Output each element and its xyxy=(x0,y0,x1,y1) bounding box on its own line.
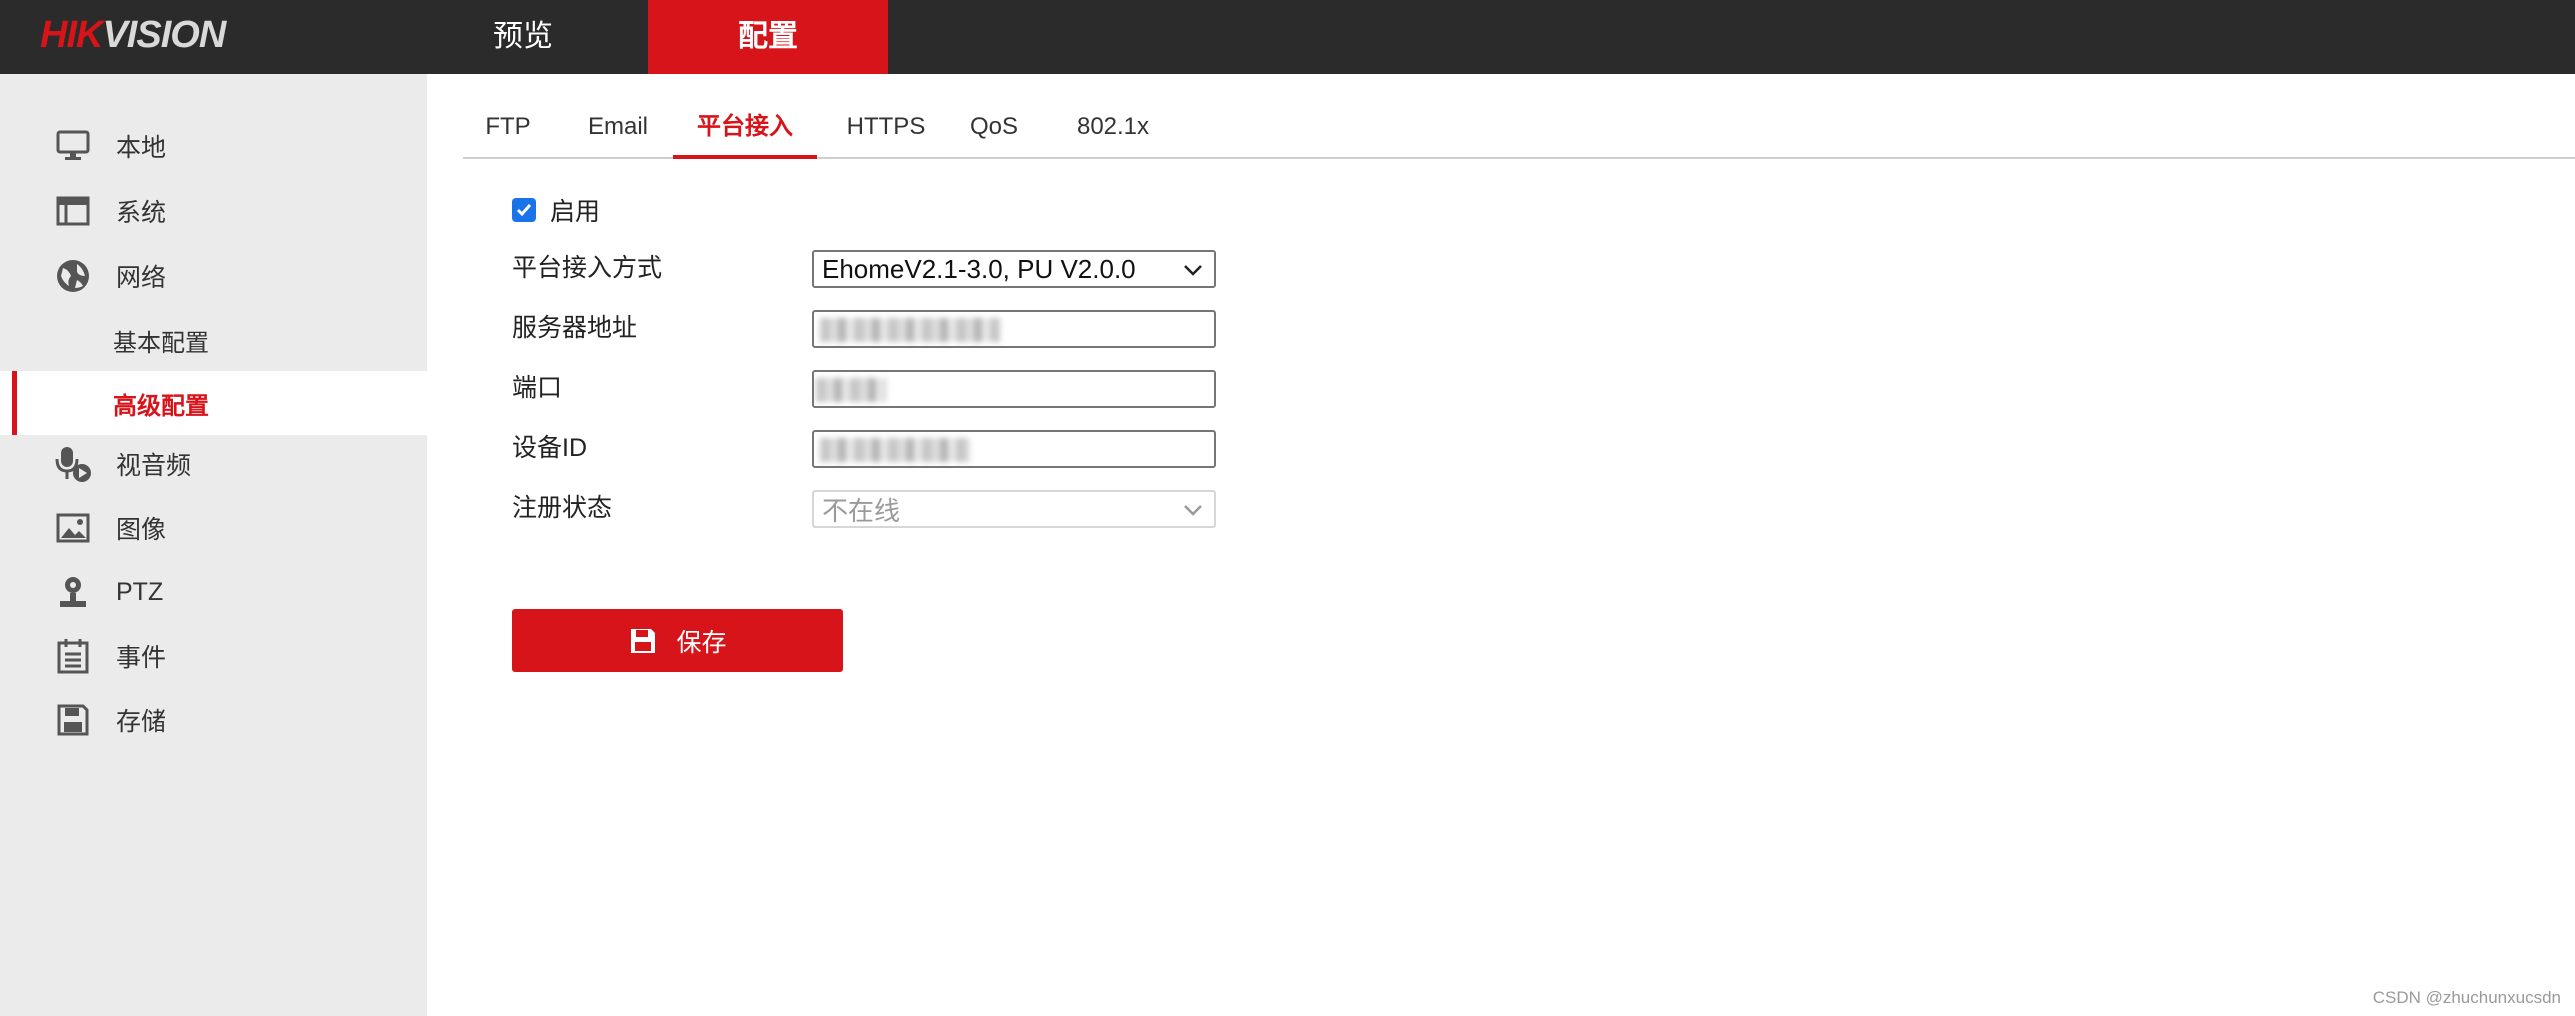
sidebar-item-network[interactable]: 网络 xyxy=(0,244,427,308)
enable-checkbox[interactable] xyxy=(512,198,536,222)
tab-platform-access[interactable]: 平台接入 xyxy=(673,100,817,159)
server-address-input[interactable] xyxy=(812,310,1216,348)
sidebar-item-event[interactable]: 事件 xyxy=(0,624,427,688)
sidebar-item-image[interactable]: 图像 xyxy=(0,496,427,560)
watermark: CSDN @zhuchunxucsdn xyxy=(2372,988,2561,1007)
sidebar-item-label: PTZ xyxy=(116,577,164,606)
sidebar-subitem-advanced-config[interactable]: 高级配置 xyxy=(0,371,427,435)
tab-ftp[interactable]: FTP xyxy=(463,100,553,159)
checkmark-icon xyxy=(516,204,532,217)
monitor-icon xyxy=(54,127,92,165)
chevron-down-icon xyxy=(1184,265,1202,276)
sidebar-item-label: 事件 xyxy=(116,644,167,672)
logo-text-vision: VISION xyxy=(102,14,226,56)
redacted-value xyxy=(816,378,886,402)
enable-label: 启用 xyxy=(550,198,601,226)
hikvision-logo: HIKVISION xyxy=(40,14,226,57)
tab-qos[interactable]: QoS xyxy=(954,100,1034,159)
nav-config[interactable]: 配置 xyxy=(648,0,888,74)
tab-8021x[interactable]: 802.1x xyxy=(1063,100,1163,159)
sidebar-item-label: 网络 xyxy=(116,264,167,292)
access-mode-value: EhomeV2.1-3.0, PU V2.0.0 xyxy=(822,253,1136,284)
sidebar-item-label: 存储 xyxy=(116,708,167,736)
sidebar-item-ptz[interactable]: PTZ xyxy=(0,560,427,624)
chevron-down-icon xyxy=(1184,505,1202,516)
access-mode-select[interactable]: EhomeV2.1-3.0, PU V2.0.0 xyxy=(812,250,1216,288)
port-input[interactable] xyxy=(812,370,1216,408)
redacted-value xyxy=(820,438,970,462)
sidebar-item-label: 系统 xyxy=(116,199,167,227)
save-label: 保存 xyxy=(676,628,727,657)
window-icon xyxy=(54,192,92,230)
logo-text-hik: HIK xyxy=(40,14,103,56)
tab-https[interactable]: HTTPS xyxy=(831,100,941,159)
floppy-disk-icon xyxy=(54,701,92,739)
redacted-value xyxy=(820,318,1000,342)
sidebar-item-label: 图像 xyxy=(116,516,167,544)
sidebar-item-video-audio[interactable]: 视音频 xyxy=(0,432,427,496)
sidebar-subitem-basic-config[interactable]: 基本配置 xyxy=(0,308,427,372)
sidebar-item-storage[interactable]: 存储 xyxy=(0,688,427,752)
picture-icon xyxy=(54,509,92,547)
device-id-label: 设备ID xyxy=(512,434,588,462)
ptz-camera-icon xyxy=(54,573,92,611)
sidebar-subitem-label: 高级配置 xyxy=(113,392,209,420)
microphone-camera-icon xyxy=(54,445,92,483)
tab-email[interactable]: Email xyxy=(568,100,668,159)
sidebar-item-local[interactable]: 本地 xyxy=(0,114,427,178)
sidebar-item-label: 本地 xyxy=(116,134,167,162)
calendar-list-icon xyxy=(54,637,92,675)
sidebar-item-system[interactable]: 系统 xyxy=(0,179,427,243)
sidebar: 本地 系统 网络 基本配置 高级配置 视音频 图像 PTZ 事件 存储 xyxy=(0,74,427,1016)
device-id-input[interactable] xyxy=(812,430,1216,468)
active-indicator xyxy=(12,371,17,435)
port-label: 端口 xyxy=(512,374,563,402)
top-bar: HIKVISION 预览 配置 xyxy=(0,0,2575,74)
register-status-label: 注册状态 xyxy=(512,494,613,522)
save-icon xyxy=(628,626,658,656)
sidebar-item-label: 视音频 xyxy=(116,452,192,480)
save-button[interactable]: 保存 xyxy=(512,609,843,672)
tab-bar: FTP Email 平台接入 HTTPS QoS 802.1x xyxy=(463,100,2575,159)
enable-row: 启用 xyxy=(512,193,600,227)
register-status-value: 不在线 xyxy=(822,495,901,526)
register-status-select: 不在线 xyxy=(812,490,1216,528)
globe-icon xyxy=(54,257,92,295)
server-address-label: 服务器地址 xyxy=(512,314,638,342)
sidebar-subitem-label: 基本配置 xyxy=(113,329,209,357)
access-mode-label: 平台接入方式 xyxy=(512,254,663,282)
nav-preview[interactable]: 预览 xyxy=(440,0,606,74)
